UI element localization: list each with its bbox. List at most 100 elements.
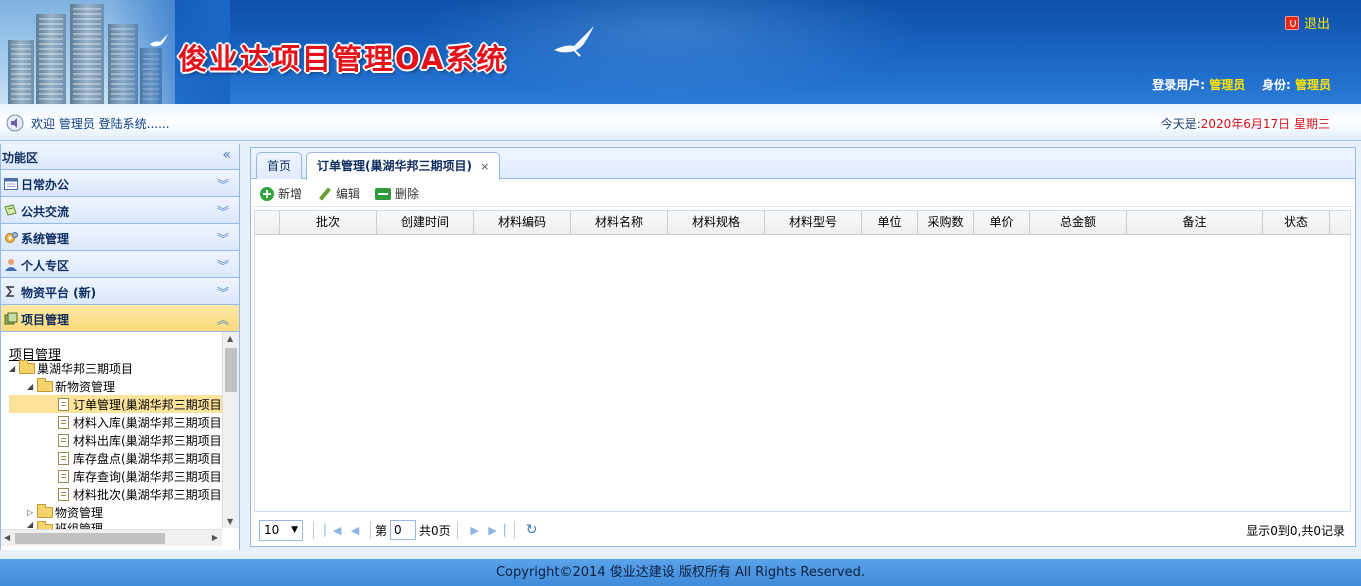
tree-node-material-out[interactable]: 材料出库(巢湖华邦三期项目 xyxy=(55,431,222,449)
calendar-icon xyxy=(4,178,18,190)
add-button[interactable]: 新增 xyxy=(260,185,302,202)
tree-vertical-scrollbar[interactable]: ▲ ▼ xyxy=(222,332,239,528)
tree-node-material-batch[interactable]: 材料批次(巢湖华邦三期项目 xyxy=(55,485,222,503)
column-header[interactable]: 批次 xyxy=(280,211,377,234)
folder-icon xyxy=(37,503,53,518)
scroll-down-arrow-icon[interactable]: ▼ xyxy=(227,517,233,526)
logout-button[interactable]: 退出 xyxy=(1285,13,1330,32)
chevron-down-icon: ︾ xyxy=(216,232,229,246)
expanded-triangle-icon: ◢ xyxy=(27,520,34,529)
grid-body xyxy=(255,235,1350,511)
tree-node-project[interactable]: ◢ 巢湖华邦三期项目 xyxy=(9,359,133,377)
speaker-icon xyxy=(6,114,24,132)
tree-horizontal-scrollbar[interactable]: ◀ ▶ xyxy=(1,529,222,546)
document-icon xyxy=(58,433,69,447)
dropdown-arrow-icon: ▼ xyxy=(291,525,298,535)
edit-button[interactable]: 编辑 xyxy=(318,185,360,202)
tree-node-label: 物资管理 xyxy=(55,505,104,520)
chevron-down-icon: ︾ xyxy=(216,178,229,192)
login-user-value: 管理员 xyxy=(1209,78,1246,92)
tree-node-order-management[interactable]: 订单管理(巢湖华邦三期项目 xyxy=(9,395,223,413)
page-size-select[interactable]: 10 ▼ xyxy=(259,519,303,541)
sidebar-header: 功能区 « xyxy=(1,144,239,170)
page-prefix: 第 xyxy=(375,523,388,538)
prev-page-button[interactable]: ◀ xyxy=(344,519,366,541)
column-header[interactable]: 总金额 xyxy=(1030,211,1127,234)
chevron-down-icon: ︾ xyxy=(216,286,229,300)
app-title: 俊业达项目管理OA系统 xyxy=(178,42,508,76)
sidebar-section-personal[interactable]: 个人专区 ︾ xyxy=(1,251,239,278)
pagination-bar: 10 ▼ ▏◀ ◀ 第 0 共0页 ▶ ▶▕ ↻ 显示0到0,共0记录 xyxy=(254,515,1351,545)
column-header[interactable]: 单位 xyxy=(862,211,918,234)
sidebar-section-label: 物资平台 (新) xyxy=(21,286,97,300)
page-number-input[interactable]: 0 xyxy=(390,520,417,540)
record-info: 显示0到0,共0记录 xyxy=(1246,523,1345,538)
collapse-sidebar-icon[interactable]: « xyxy=(222,147,231,163)
chevron-up-icon: ︽ xyxy=(216,313,229,327)
today-label: 今天是: xyxy=(1160,117,1201,131)
tree-node-inventory-query[interactable]: 库存查询(巢湖华邦三期项目 xyxy=(55,467,222,485)
role-value: 管理员 xyxy=(1294,78,1331,92)
project-tree: 项目管理 ◢ 巢湖华邦三期项目 ◢ 新物资管理 订单管理(巢湖华邦三期项目 材料… xyxy=(1,332,239,546)
sidebar-section-system-management[interactable]: 系统管理 ︾ xyxy=(1,224,239,251)
scroll-right-arrow-icon[interactable]: ▶ xyxy=(212,533,218,542)
data-grid: 批次 创建时间 材料编码 材料名称 材料规格 材料型号 单位 采购数 单价 总金… xyxy=(254,210,1351,512)
tree-node-label: 材料出库(巢湖华邦三期项目 xyxy=(73,433,222,448)
copyright-text: Copyright©2014 俊业达建设 版权所有 All Rights Res… xyxy=(495,565,866,580)
column-header[interactable]: 材料编码 xyxy=(474,211,571,234)
power-icon xyxy=(1285,15,1299,30)
dove-icon xyxy=(150,34,168,47)
close-icon[interactable]: × xyxy=(480,160,489,173)
delete-button[interactable]: 删除 xyxy=(375,185,419,202)
scroll-up-arrow-icon[interactable]: ▲ xyxy=(227,334,233,343)
scroll-left-arrow-icon[interactable]: ◀ xyxy=(4,533,10,542)
folder-open-icon xyxy=(19,359,35,374)
chat-icon xyxy=(4,204,17,216)
sidebar-section-project-management[interactable]: 项目管理 ︽ xyxy=(1,305,239,332)
tree-node-material-in[interactable]: 材料入库(巢湖华邦三期项目 xyxy=(55,413,222,431)
refresh-icon[interactable]: ↻ xyxy=(521,519,543,541)
delete-label: 删除 xyxy=(395,187,420,201)
page-total: 共0页 xyxy=(419,523,451,538)
document-icon xyxy=(58,469,69,483)
footer: Copyright©2014 俊业达建设 版权所有 All Rights Res… xyxy=(0,559,1361,586)
sigma-icon xyxy=(5,286,14,297)
sidebar: 功能区 « 日常办公 ︾ 公共交流 ︾ 系统管理 ︾ 个人专区 ︾ 物资平台 (… xyxy=(0,144,240,550)
column-header[interactable]: 材料规格 xyxy=(668,211,765,234)
tab-home[interactable]: 首页 xyxy=(256,152,303,179)
tree-node-material-management[interactable]: ▷ 物资管理 xyxy=(27,503,103,521)
pager-separator xyxy=(313,521,314,539)
add-label: 新增 xyxy=(278,187,303,201)
tree-node-new-material[interactable]: ◢ 新物资管理 xyxy=(27,377,115,395)
tree-node-label: 库存盘点(巢湖华邦三期项目 xyxy=(73,451,222,466)
column-header[interactable]: 状态 xyxy=(1263,211,1330,234)
sidebar-section-material-platform[interactable]: 物资平台 (新) ︾ xyxy=(1,278,239,305)
tree-node-inventory-check[interactable]: 库存盘点(巢湖华邦三期项目 xyxy=(55,449,222,467)
expanded-triangle-icon: ◢ xyxy=(9,363,16,373)
tree-node-label: 库存查询(巢湖华邦三期项目 xyxy=(73,469,222,484)
tab-bar: 首页 订单管理(巢湖华邦三期项目) × xyxy=(251,148,1355,180)
scrollbar-thumb[interactable] xyxy=(225,348,237,392)
column-header[interactable]: 单价 xyxy=(974,211,1030,234)
next-page-button[interactable]: ▶ xyxy=(464,519,486,541)
tab-order-management[interactable]: 订单管理(巢湖华邦三期项目) × xyxy=(306,152,501,180)
tree-node-label: 材料入库(巢湖华邦三期项目 xyxy=(73,415,222,430)
edit-label: 编辑 xyxy=(336,187,361,201)
toolbar: 新增 编辑 删除 xyxy=(251,179,1355,207)
column-header[interactable]: 备注 xyxy=(1127,211,1263,234)
sidebar-section-public-exchange[interactable]: 公共交流 ︾ xyxy=(1,197,239,224)
sidebar-section-daily-office[interactable]: 日常办公 ︾ xyxy=(1,170,239,197)
add-icon xyxy=(260,186,274,201)
tree-node-label: 巢湖华邦三期项目 xyxy=(37,361,134,376)
column-header[interactable]: 材料名称 xyxy=(571,211,668,234)
tree-node-label: 材料批次(巢湖华邦三期项目 xyxy=(73,487,222,502)
column-header[interactable]: 材料型号 xyxy=(765,211,862,234)
tab-label: 首页 xyxy=(267,159,292,173)
collapsed-triangle-icon: ▷ xyxy=(27,507,34,517)
tree-node-label: 新物资管理 xyxy=(55,379,116,394)
scrollbar-thumb[interactable] xyxy=(15,533,165,544)
column-header[interactable]: 采购数 xyxy=(918,211,974,234)
last-page-button[interactable]: ▶▕ xyxy=(486,519,508,541)
column-header[interactable]: 创建时间 xyxy=(377,211,474,234)
first-page-button[interactable]: ▏◀ xyxy=(322,519,344,541)
